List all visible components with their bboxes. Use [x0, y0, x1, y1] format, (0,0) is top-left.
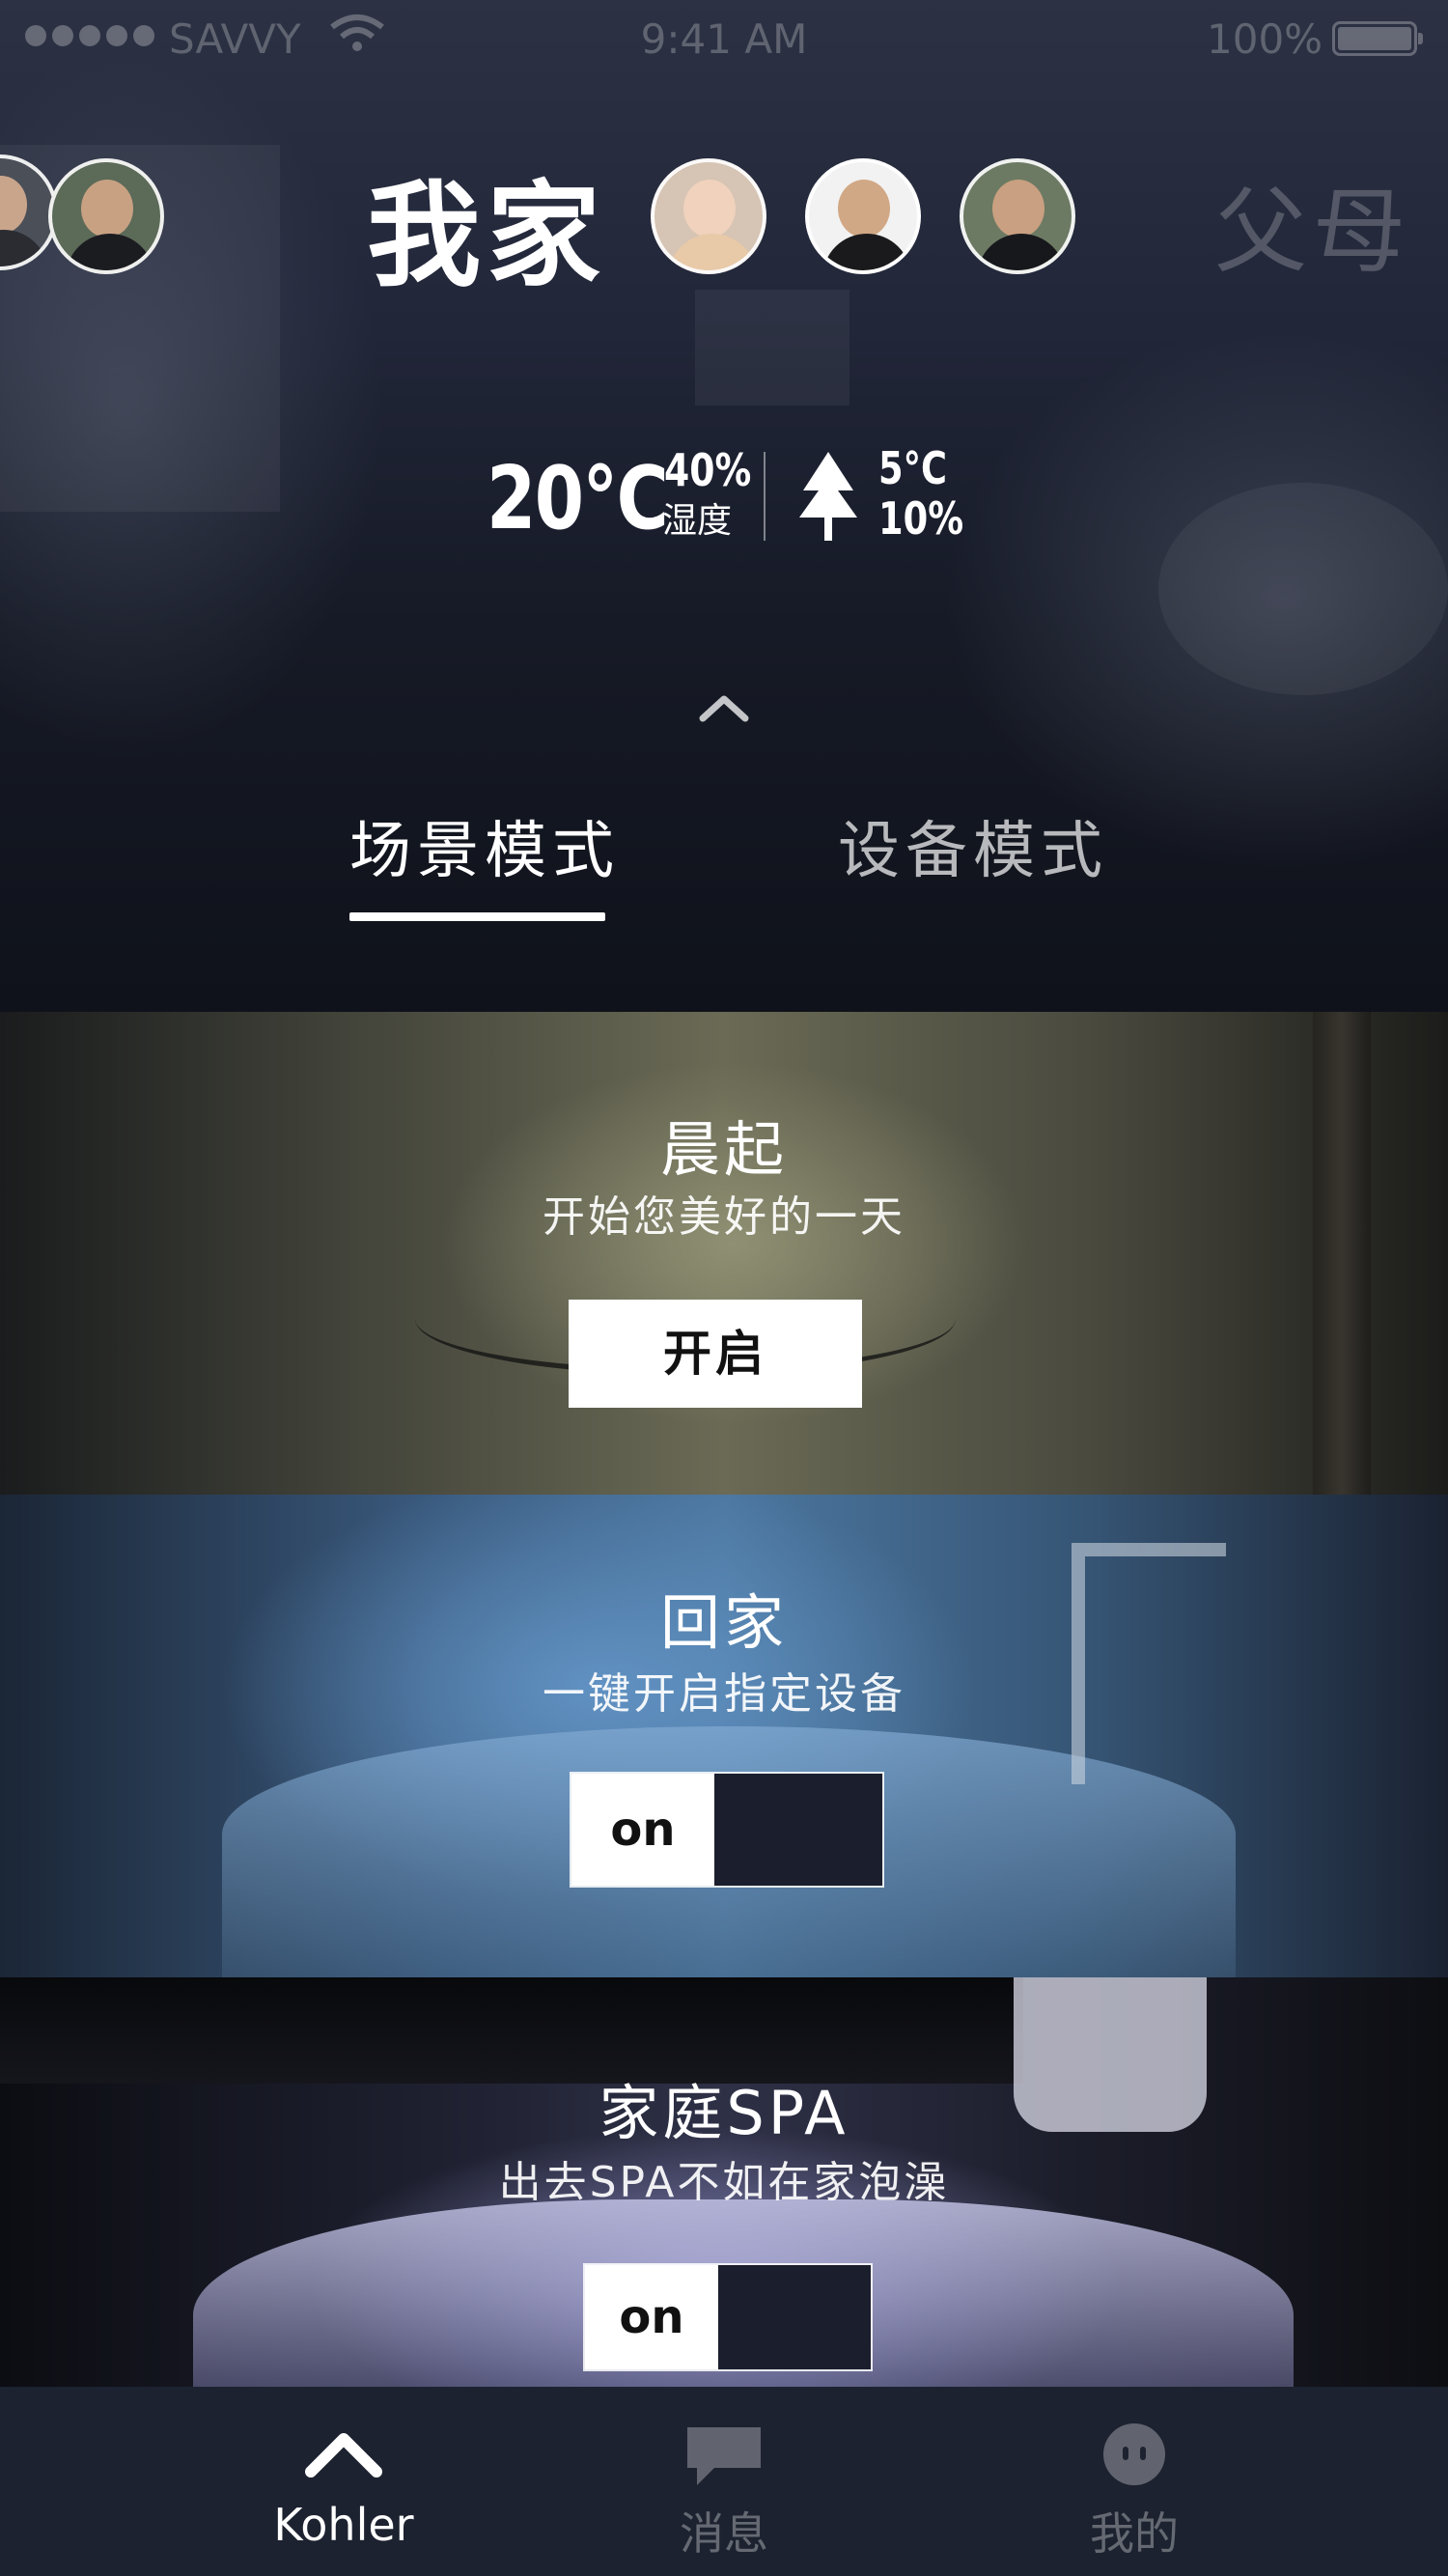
member-avatar-man-camera[interactable] [960, 158, 1075, 274]
active-tab-indicator [349, 912, 605, 921]
weather-divider [764, 452, 766, 541]
scene-card-spa[interactable]: 家庭SPA 出去SPA不如在家泡澡 on [0, 1977, 1448, 2387]
tab-device-mode[interactable]: 设备模式 [838, 801, 1108, 890]
humidity-label: 湿度 [662, 501, 733, 541]
toggle-off-area [714, 1774, 882, 1886]
nav-item-kohler[interactable]: Kohler [199, 2387, 488, 2576]
collapse-chevron-icon[interactable] [699, 693, 749, 722]
scene-title: 晨起 [659, 1114, 788, 1185]
toggle-on-label: on [585, 2265, 718, 2369]
nav-label: 消息 [680, 2507, 768, 2560]
nav-label: 我的 [1090, 2507, 1179, 2560]
scene-subtitle: 一键开启指定设备 [543, 1669, 905, 1719]
nav-item-messages[interactable]: 消息 [579, 2387, 869, 2576]
scene-card-home[interactable]: 回家 一键开启指定设备 on [0, 1495, 1448, 1977]
battery-icon [1332, 21, 1423, 56]
scene-image-tree-bark [1313, 1012, 1371, 1495]
toggle-off-area [718, 2265, 871, 2369]
outdoor-percent: 10% [878, 492, 964, 545]
scene-card-morning[interactable]: 晨起 开始您美好的一天 开启 [0, 1012, 1448, 1495]
bg-towel-shape [695, 290, 849, 406]
scene-subtitle: 出去SPA不如在家泡澡 [498, 2158, 950, 2207]
scene-toggle-spa[interactable]: on [583, 2263, 873, 2371]
tab-scene-mode[interactable]: 场景模式 [349, 801, 620, 890]
outdoor-temperature: 5°C [878, 442, 948, 494]
nav-item-profile[interactable]: 我的 [989, 2387, 1279, 2576]
bottom-tab-bar: Kohler 消息 我的 [0, 2387, 1448, 2576]
tree-icon [799, 452, 857, 541]
battery-percent: 100% [1207, 15, 1323, 63]
toggle-on-label: on [571, 1774, 714, 1886]
next-family-title[interactable]: 父母 [1214, 156, 1411, 291]
start-scene-button[interactable]: 开启 [569, 1300, 862, 1408]
scene-title: 家庭SPA [599, 2078, 849, 2148]
status-bar: SAVVY 9:41 AM 100% [0, 0, 1448, 77]
humidity-value: 40% [664, 444, 752, 496]
profile-icon [1103, 2423, 1165, 2485]
current-family-title[interactable]: 我家 [367, 143, 606, 308]
scene-title: 回家 [659, 1587, 788, 1658]
member-avatar-man-suit[interactable] [805, 158, 921, 274]
scene-toggle-home[interactable]: on [570, 1772, 884, 1888]
home-chevron-icon [305, 2433, 382, 2478]
indoor-temperature: 20°C [487, 448, 669, 549]
message-icon [687, 2427, 761, 2485]
weather-panel: 20°C 40% 湿度 5°C 10% [0, 442, 1448, 560]
member-avatar-woman[interactable] [651, 158, 766, 274]
prev-family-avatar-camera[interactable] [48, 158, 164, 274]
scene-subtitle: 开始您美好的一天 [543, 1192, 905, 1242]
nav-label: Kohler [273, 2499, 414, 2551]
